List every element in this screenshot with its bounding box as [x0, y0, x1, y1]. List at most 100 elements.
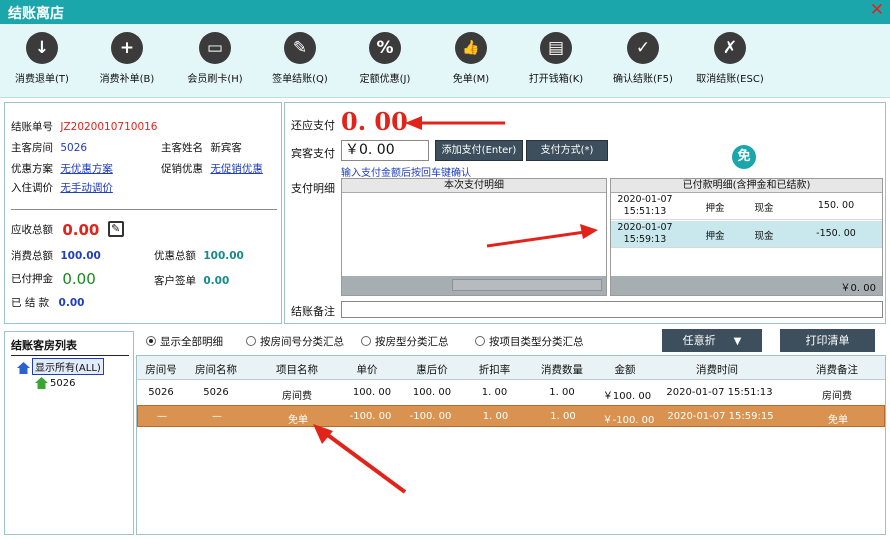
current-payment-list: 本次支付明细 — [341, 178, 607, 296]
cell-room-name: — — [212, 411, 222, 422]
cell-amount: ￥-100. 00 — [602, 415, 655, 426]
paid-footer: ￥0. 00 — [611, 276, 882, 295]
radio-icon — [246, 336, 256, 346]
sign-checkout-label: 签单结账(Q) — [272, 74, 328, 85]
free-order-label: 免单(M) — [452, 74, 490, 85]
col-price: 单价 — [356, 364, 378, 376]
member-card-button[interactable]: ▭ 会员刷卡(H) — [181, 32, 249, 85]
room-tree-panel: 结账客房列表 显示所有(ALL) 5026 — [4, 331, 134, 535]
card-icon: ▭ — [199, 32, 231, 64]
add-payment-button[interactable]: 添加支付(Enter) — [435, 140, 523, 161]
col-amount: 金额 — [614, 364, 636, 376]
paid-method: 现金 — [754, 231, 774, 242]
settled-row: 已 结 款 0.00 — [11, 295, 84, 310]
consume-total-row: 消费总额 100.00 — [11, 248, 101, 263]
paid-time: 2020-01-07 15:51:13 — [617, 194, 673, 217]
supplement-label: 消费补单(B) — [99, 74, 155, 85]
radio-by-room[interactable]: 按房间号分类汇总 — [246, 334, 344, 349]
deposit-paid-value: 0.00 — [62, 270, 96, 288]
guest-sign-label: 客户签单 — [154, 275, 196, 287]
cell-discount-rate: 1. 00 — [482, 411, 509, 422]
payment-hint: 输入支付金额后按回车键确认 — [341, 168, 471, 179]
deposit-paid-label: 已付押金 — [11, 273, 53, 285]
col-discount-rate: 折扣率 — [478, 364, 511, 376]
supplement-button[interactable]: + 消费补单(B) — [93, 32, 161, 85]
col-time: 消费时间 — [696, 364, 738, 376]
check-icon: ✓ — [627, 32, 659, 64]
bill-no-label: 结账单号 — [11, 121, 53, 133]
tree-node-room-label: 5026 — [50, 378, 76, 389]
radio-by-room-type[interactable]: 按房型分类汇总 — [361, 334, 449, 349]
receivable-row: 应收总额 0.00 ✎ — [11, 221, 124, 239]
consume-total-value: 100.00 — [60, 250, 101, 262]
table-row-selected[interactable]: — — 免单 -100. 00 -100. 00 1. 00 1. 00 ￥-1… — [137, 405, 885, 427]
cell-time: 2020-01-07 15:51:13 — [666, 387, 773, 398]
fixed-discount-button[interactable]: % 定额优惠(J) — [351, 32, 419, 85]
paid-row-selected[interactable]: 2020-01-07 15:59:13 押金 现金 -150. 00 — [611, 221, 882, 248]
free-badge-icon: 免 — [732, 145, 756, 169]
table-header: 房间号 房间名称 项目名称 单价 惠后价 折扣率 消费数量 金额 消费时间 消费… — [137, 356, 885, 380]
wallet-icon: ▤ — [540, 32, 572, 64]
confirm-checkout-button[interactable]: ✓ 确认结账(F5) — [605, 32, 681, 85]
tree-node-room[interactable]: 5026 — [35, 377, 75, 389]
confirm-checkout-label: 确认结账(F5) — [613, 74, 673, 85]
refund-button[interactable]: ↓ 消费退单(T) — [8, 32, 76, 85]
col-discounted-price: 惠后价 — [416, 364, 448, 376]
radio-icon — [475, 336, 485, 346]
consume-total-label: 消费总额 — [11, 250, 53, 262]
radio-all-details[interactable]: 显示全部明细 — [146, 334, 223, 349]
remark-input[interactable] — [341, 301, 883, 318]
guest-value: 新宾客 — [210, 142, 242, 154]
toolbar: ↓ 消费退单(T) + 消费补单(B) ▭ 会员刷卡(H) ✎ 签单结账(Q) … — [0, 24, 890, 98]
paid-header: 已付款明细(含押金和已结款) — [611, 179, 882, 193]
cell-quantity: 1. 00 — [550, 411, 576, 422]
guest-pay-input[interactable]: ￥0. 00 — [341, 140, 429, 161]
close-icon[interactable]: ✕ — [870, 0, 884, 20]
col-room-name: 房间名称 — [195, 364, 237, 376]
price-adjust-label: 入住调价 — [11, 182, 53, 194]
guest-label: 主客姓名 — [161, 142, 203, 154]
deposit-paid-row: 已付押金 0.00 — [11, 270, 96, 288]
edit-icon[interactable]: ✎ — [107, 221, 124, 237]
thumbs-up-icon: 👍 — [455, 32, 487, 64]
cell-item-name: 房间费 — [282, 391, 312, 402]
bill-no-row: 结账单号 JZ2020010710016 — [11, 119, 157, 134]
any-discount-label: 任意折 — [682, 334, 716, 347]
paid-total: ￥0. 00 — [840, 283, 876, 294]
divider — [11, 209, 277, 210]
open-cashbox-button[interactable]: ▤ 打开钱箱(K) — [522, 32, 590, 85]
paid-type: 押金 — [705, 203, 725, 214]
col-remark: 消费备注 — [816, 364, 858, 376]
detail-label: 支付明细 — [291, 182, 335, 195]
settled-value: 0.00 — [58, 297, 85, 309]
discount-plan-link[interactable]: 无优惠方案 — [60, 163, 113, 175]
radio-label: 显示全部明细 — [160, 336, 223, 348]
print-list-button[interactable]: 打印清单 — [780, 329, 875, 352]
guest-sign-value: 0.00 — [203, 275, 230, 287]
paid-amount: -150. 00 — [816, 228, 856, 239]
cancel-checkout-button[interactable]: ✗ 取消结账(ESC) — [688, 32, 772, 85]
discount-total-value: 100.00 — [203, 250, 244, 262]
radio-by-item-type[interactable]: 按项目类型分类汇总 — [475, 334, 584, 349]
promo-link[interactable]: 无促销优惠 — [210, 163, 263, 175]
room-row: 主客房间 5026 — [11, 140, 87, 155]
house-icon — [17, 362, 30, 374]
cell-room-no: — — [157, 411, 167, 422]
bill-info-panel: 结账单号 JZ2020010710016 主客房间 5026 主客姓名 新宾客 … — [4, 102, 282, 324]
any-discount-dropdown[interactable]: 任意折 ▼ — [662, 329, 762, 352]
payment-method-button[interactable]: 支付方式(*) — [526, 140, 608, 161]
radio-icon — [146, 336, 156, 346]
tree-node-all[interactable]: 显示所有(ALL) — [17, 358, 104, 375]
detail-table: 房间号 房间名称 项目名称 单价 惠后价 折扣率 消费数量 金额 消费时间 消费… — [136, 355, 886, 535]
cell-discount-rate: 1. 00 — [481, 387, 508, 398]
price-adjust-link[interactable]: 无手动调价 — [60, 182, 113, 194]
settled-label: 已 结 款 — [11, 297, 50, 309]
cell-time: 2020-01-07 15:59:15 — [667, 411, 774, 422]
paid-row[interactable]: 2020-01-07 15:51:13 押金 现金 150. 00 — [611, 193, 882, 220]
due-label: 还应支付 — [291, 119, 335, 132]
table-row[interactable]: 5026 5026 房间费 100. 00 100. 00 1. 00 1. 0… — [137, 382, 885, 404]
sign-checkout-button[interactable]: ✎ 签单结账(Q) — [266, 32, 334, 85]
free-order-button[interactable]: 👍 免单(M) — [441, 32, 501, 85]
room-tree-title: 结账客房列表 — [11, 337, 129, 356]
cancel-icon: ✗ — [714, 32, 746, 64]
